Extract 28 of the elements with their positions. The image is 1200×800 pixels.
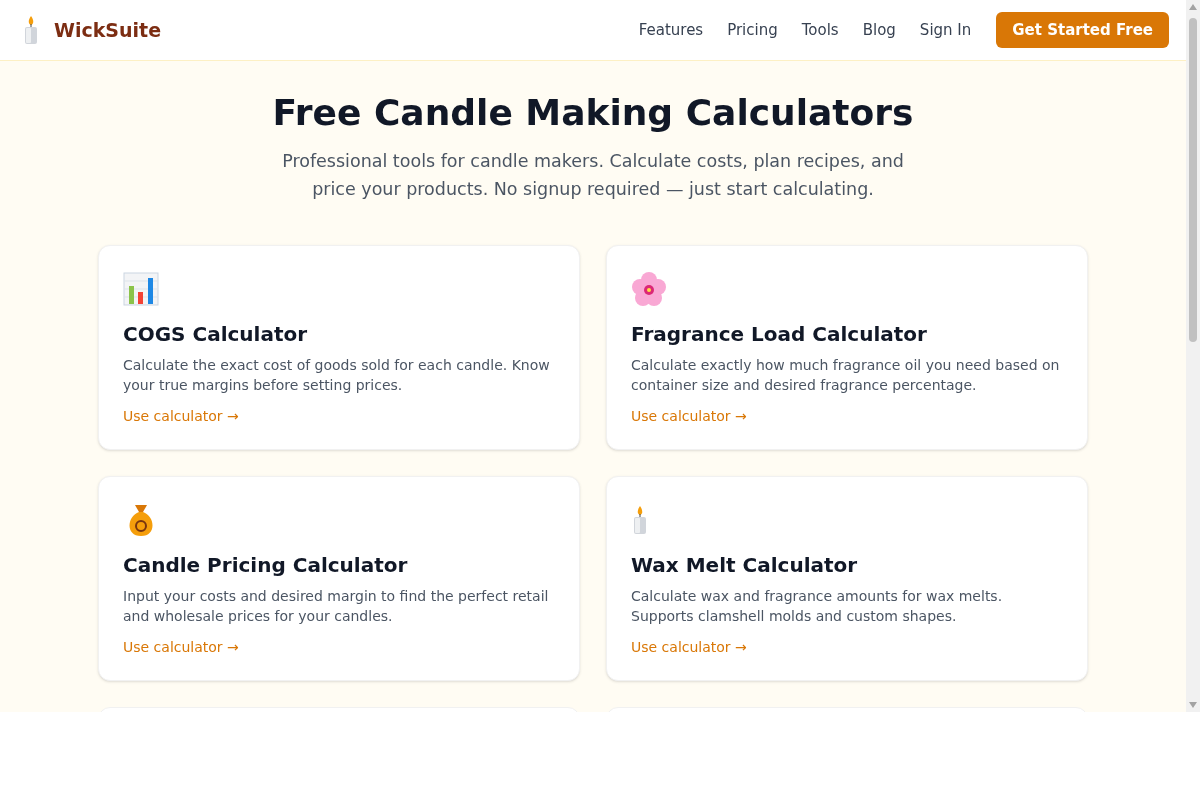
- calculator-card[interactable]: COGS Calculator Calculate the exact cost of goods sold for each candle. Know your true margins before setting prices. Use calculator →: [98, 245, 580, 450]
- nav-link[interactable]: Pricing: [727, 18, 778, 42]
- scrollbar[interactable]: [1186, 0, 1200, 712]
- brand-name[interactable]: WickSuite: [54, 15, 162, 45]
- calculator-card[interactable]: Wax Melt Calculator Calculate wax and fragrance amounts for wax melts. Supports clamshell molds and custom shapes. Use calculator →: [606, 476, 1088, 681]
- calculator-card[interactable]: Candle Pricing Calculator Input your costs and desired margin to find the perfect retail and wholesale prices for your candles. Use calculator →: [98, 476, 580, 681]
- bar-chart-icon: [123, 272, 159, 306]
- card-description: Calculate the exact cost of goods sold for each candle. Know your true margins before setting prices.: [123, 356, 551, 395]
- nav-link[interactable]: Blog: [862, 18, 896, 42]
- card-title: Fragrance Load Calculator: [631, 321, 928, 348]
- scrollbar-thumb[interactable]: [1189, 18, 1197, 342]
- flower-icon: [631, 271, 667, 307]
- page-title: Free Candle Making Calculators: [272, 91, 914, 135]
- card-description: Calculate exactly how much fragrance oil you need based on container size and desired fragrance percentage.: [631, 356, 1061, 395]
- card-description: Calculate wax and fragrance amounts for wax melts. Supports clamshell molds and custom shapes.: [631, 587, 1004, 626]
- calculator-card[interactable]: Fragrance Load Calculator Calculate exactly how much fragrance oil you need based on container size and desired fragrance percentage. Use calculator →: [606, 245, 1088, 450]
- candle-logo-icon: [22, 15, 40, 45]
- card-title: Candle Pricing Calculator: [123, 552, 409, 579]
- nav-link[interactable]: Tools: [801, 18, 839, 42]
- card-title: COGS Calculator: [123, 321, 309, 348]
- page-subtitle: Professional tools for candle makers. Calculate costs, plan recipes, and price your products. No signup required — just start calculating.: [281, 150, 905, 201]
- card-title: Wax Melt Calculator: [631, 552, 859, 579]
- scroll-up-icon[interactable]: [1189, 4, 1197, 10]
- nav-link[interactable]: Features: [638, 18, 704, 42]
- scroll-down-icon[interactable]: [1189, 702, 1197, 708]
- card-description: Input your costs and desired margin to find the perfect retail and wholesale prices for your candles.: [123, 587, 550, 626]
- candle-icon: [631, 505, 649, 535]
- nav-link[interactable]: Sign In: [919, 18, 972, 42]
